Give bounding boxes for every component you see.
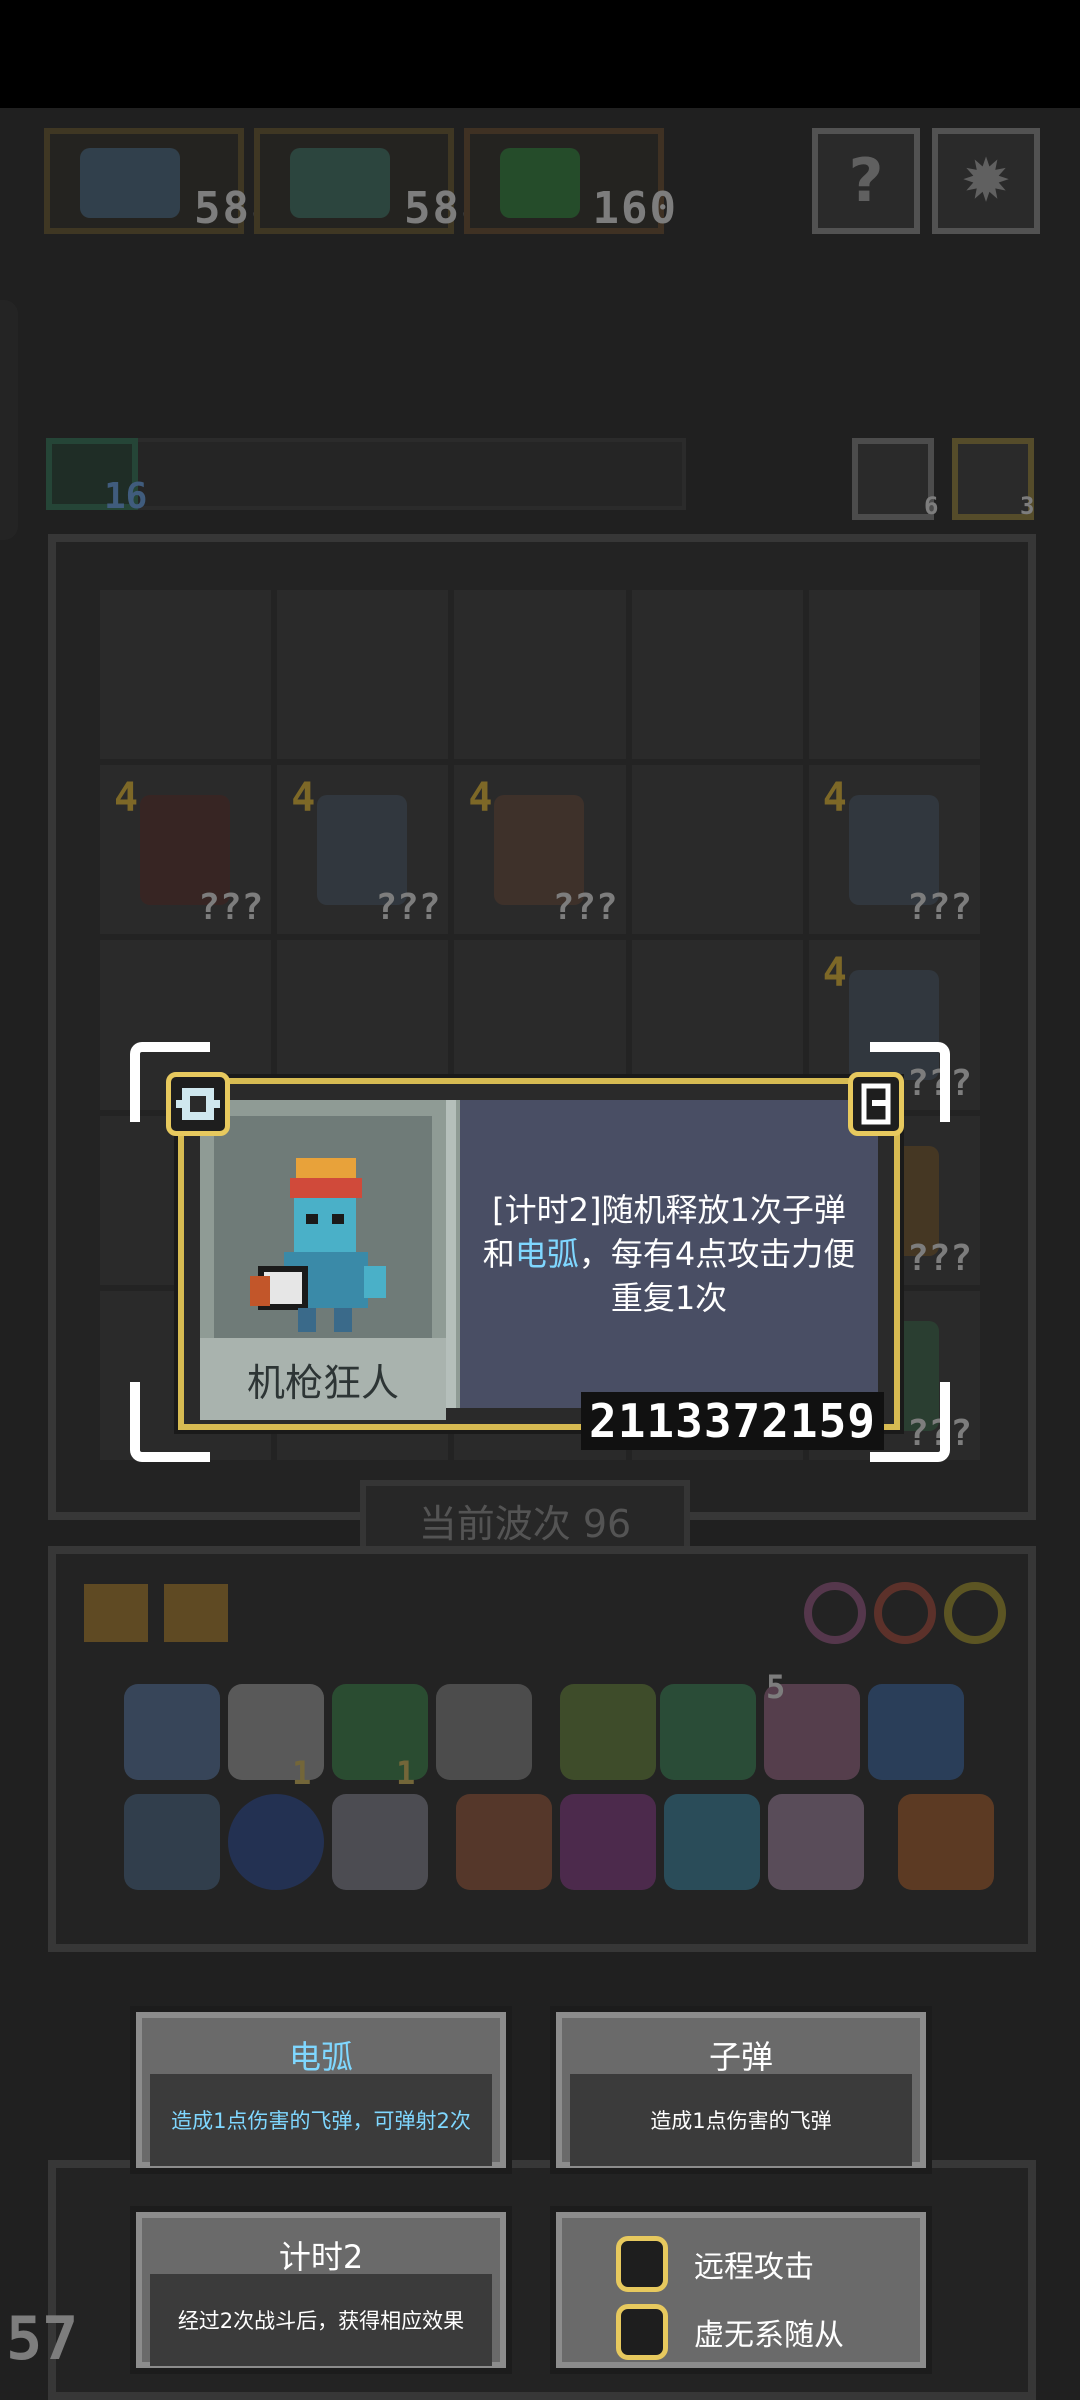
board-cell[interactable]: [631, 590, 803, 760]
game-screen: 5885 5885 160 ? ✹ 16 6 3 4 ??? 4 ??? 4 ?…: [0, 0, 1080, 2400]
tab-icon-1[interactable]: [84, 1584, 148, 1642]
unit-detail-card: 机枪狂人 [计时2]随机释放1次子弹和电弧，每有4点攻击力便重复1次 21133…: [178, 1078, 900, 1450]
relic-count: 1: [396, 1754, 416, 1792]
card-divider: [446, 1100, 456, 1408]
keyword-desc: 造成1点伤害的飞弹: [650, 2109, 832, 2133]
keyword-desc-box: 造成1点伤害的飞弹: [570, 2074, 912, 2166]
keyword-title: 电弧: [288, 2038, 353, 2076]
unit-sprite: [848, 795, 939, 906]
relic-icon[interactable]: [768, 1794, 864, 1890]
energy-counter: 16: [104, 476, 148, 517]
resource-coin: 160: [464, 128, 676, 234]
board-unit[interactable]: [277, 765, 449, 935]
coin-icon: [500, 148, 580, 218]
description-part: ，每有4点攻击力便重复1次: [578, 1235, 856, 1317]
help-button[interactable]: ?: [812, 128, 920, 234]
keyword-desc: 经过2次战斗后，获得相应效果: [177, 2309, 465, 2333]
relic-icon[interactable]: [898, 1794, 994, 1890]
relic-icon[interactable]: [868, 1684, 964, 1780]
resource-helmet: 5885: [44, 128, 306, 234]
tags-card: 远程攻击 虚无系随从: [550, 2206, 932, 2374]
keyword-desc: 造成1点伤害的飞弹，可弹射2次: [171, 2109, 471, 2133]
machine-gunner-portrait: [250, 1158, 386, 1332]
side-tab[interactable]: [0, 300, 18, 540]
tag-ranged-attack[interactable]: 远程攻击: [616, 2234, 814, 2294]
resource-sword: 5885: [254, 128, 516, 234]
relic-icon[interactable]: [228, 1794, 324, 1890]
card-inner: 机枪狂人 [计时2]随机释放1次子弹和电弧，每有4点攻击力便重复1次: [200, 1100, 878, 1420]
ranged-attack-badge-icon: [848, 1072, 904, 1136]
orb-icon[interactable]: [944, 1582, 1006, 1644]
board-unit[interactable]: [454, 765, 626, 935]
board-cell[interactable]: [631, 765, 803, 935]
unit-description: [计时2]随机释放1次子弹和电弧，每有4点攻击力便重复1次: [460, 1100, 878, 1408]
relic-icon[interactable]: [436, 1684, 532, 1780]
portrait-frame: [214, 1116, 432, 1338]
orb-icon[interactable]: [804, 1582, 866, 1644]
board-cell[interactable]: [277, 590, 449, 760]
tag-void-minion[interactable]: 虚无系随从: [616, 2302, 844, 2362]
board-cell[interactable]: [454, 590, 626, 760]
void-minion-badge-icon: [166, 1072, 230, 1136]
keyword-card-arc[interactable]: 电弧 造成1点伤害的飞弹，可弹射2次: [130, 2006, 512, 2174]
board-cell[interactable]: [100, 590, 272, 760]
ranged-attack-icon: [616, 2236, 668, 2292]
relic-icon[interactable]: [124, 1684, 220, 1780]
relic-count: 1: [292, 1754, 312, 1792]
void-minion-icon: [616, 2304, 668, 2360]
reroll-count: 6: [924, 492, 939, 520]
tag-label: 远程攻击: [694, 2250, 814, 2285]
status-bar: [0, 0, 1080, 108]
keyword-desc-box: 造成1点伤害的飞弹，可弹射2次: [150, 2074, 492, 2166]
sword-icon: [290, 148, 390, 218]
relic-panel: 1 1 5: [48, 1546, 1036, 1952]
unit-sprite: [494, 795, 585, 906]
relic-icon[interactable]: [664, 1794, 760, 1890]
unit-name: 机枪狂人: [200, 1338, 446, 1420]
keyword-card-bullet[interactable]: 子弹 造成1点伤害的飞弹: [550, 2006, 932, 2174]
gear-icon: ✹: [960, 146, 1012, 216]
relic-icon[interactable]: [124, 1794, 220, 1890]
tag-label: 虚无系随从: [694, 2318, 844, 2353]
relic-count: 5: [766, 1668, 786, 1706]
corner-counter: 57: [6, 2304, 79, 2374]
unit-sprite: [317, 795, 408, 906]
description-keyword[interactable]: 电弧: [515, 1235, 579, 1273]
keyword-title: 子弹: [708, 2038, 773, 2076]
keyword-title: 计时2: [278, 2238, 364, 2276]
relic-icon[interactable]: [660, 1684, 756, 1780]
board-unit[interactable]: [100, 765, 272, 935]
relic-icon[interactable]: [560, 1794, 656, 1890]
tab-icon-2[interactable]: [164, 1584, 228, 1642]
unit-id-number: 2113372159: [581, 1392, 884, 1450]
hourglass-count: 3: [1020, 492, 1035, 520]
keyword-card-timer[interactable]: 计时2 经过2次战斗后，获得相应效果: [130, 2206, 512, 2374]
board-cell[interactable]: [808, 590, 980, 760]
resource-value: 160: [592, 183, 678, 234]
relic-icon[interactable]: [560, 1684, 656, 1780]
relic-icon[interactable]: [332, 1794, 428, 1890]
relic-icon[interactable]: [456, 1794, 552, 1890]
keyword-desc-box: 经过2次战斗后，获得相应效果: [150, 2274, 492, 2366]
orb-icon[interactable]: [874, 1582, 936, 1644]
reroll-button[interactable]: [852, 438, 934, 520]
description-text: [计时2]随机释放1次子弹和电弧，每有4点攻击力便重复1次: [482, 1188, 856, 1320]
unit-sprite: [140, 795, 230, 906]
helmet-icon: [80, 148, 180, 218]
settings-button[interactable]: ✹: [932, 128, 1040, 234]
board-unit[interactable]: [808, 765, 980, 935]
